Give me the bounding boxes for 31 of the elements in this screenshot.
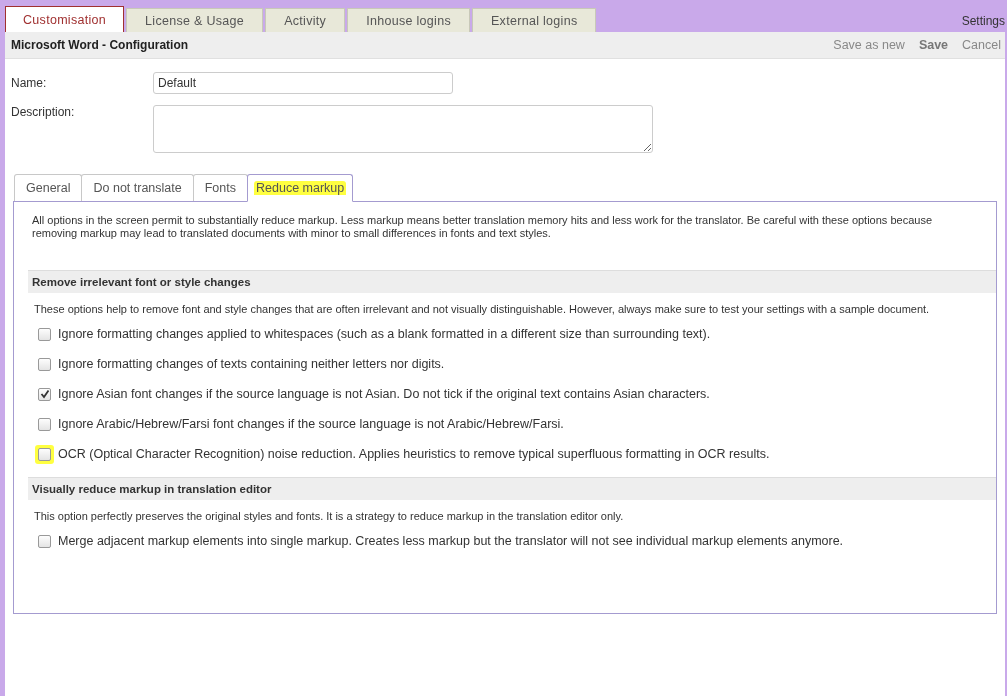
option-label: OCR (Optical Character Recognition) noise reduction. Applies heuristics to remove typical superfluous formatting in OCR results. <box>58 447 770 461</box>
tab[interactable]: General <box>14 174 83 201</box>
option-label: Ignore Arabic/Hebrew/Farsi font changes if the source language is not Arabic/Hebrew/Farsi. <box>58 417 564 431</box>
settings-label: Settings <box>961 14 1005 28</box>
option-label: Ignore formatting changes applied to whitespaces (such as a blank formatted in a different size than surrounding text). <box>58 327 711 341</box>
section-note: These options help to remove font and style changes that are often irrelevant and not visually distinguishable. However, always make sure to test your settings with a sample document. <box>34 303 931 315</box>
option-label: Merge adjacent markup elements into single markup. Creates less markup but the translator will not see individual markup elements anymore. <box>58 534 844 548</box>
intro-text: All options in the screen permit to substantially reduce markup. Less markup means better translation memory hits and less work for the translator. Be careful with these options because removing markup may lead to translated documents with minor to small differences in fonts and text styles. <box>32 214 933 240</box>
checkbox[interactable] <box>38 357 51 371</box>
checkbox[interactable] <box>38 387 51 401</box>
section-header: Visually reduce markup in translation editor <box>28 477 996 500</box>
section-note: This option perfectly preserves the original styles and fonts. It is a strategy to reduce markup in the translation editor only. <box>34 510 625 522</box>
top-tab[interactable]: Activity <box>265 8 346 32</box>
option-label: Ignore formatting changes of texts containing neither letters nor digits. <box>58 357 445 371</box>
description-field[interactable] <box>153 105 653 153</box>
field-label: Description: <box>11 105 76 121</box>
checkbox[interactable] <box>38 327 51 341</box>
name-field[interactable]: Default <box>153 72 453 94</box>
checkbox[interactable] <box>38 534 51 548</box>
top-tab[interactable]: External logins <box>471 8 597 32</box>
top-tab[interactable]: License & Usage <box>126 8 264 32</box>
action-link[interactable]: Save <box>918 38 949 52</box>
option-label: Ignore Asian font changes if the source language is not Asian. Do not tick if the original text contains Asian characters. <box>58 387 710 401</box>
field-label: Name: <box>11 76 48 90</box>
top-tab[interactable]: Inhouse logins <box>347 8 470 32</box>
section-header: Remove irrelevant font or style changes <box>28 270 996 293</box>
tab[interactable]: Reduce markup <box>247 174 354 202</box>
highlighted-tab-label: Reduce markup <box>254 181 347 195</box>
panel-title: Microsoft Word - Configuration <box>11 38 190 52</box>
checkbox[interactable] <box>38 417 51 431</box>
top-tab[interactable]: Customisation <box>5 6 125 32</box>
